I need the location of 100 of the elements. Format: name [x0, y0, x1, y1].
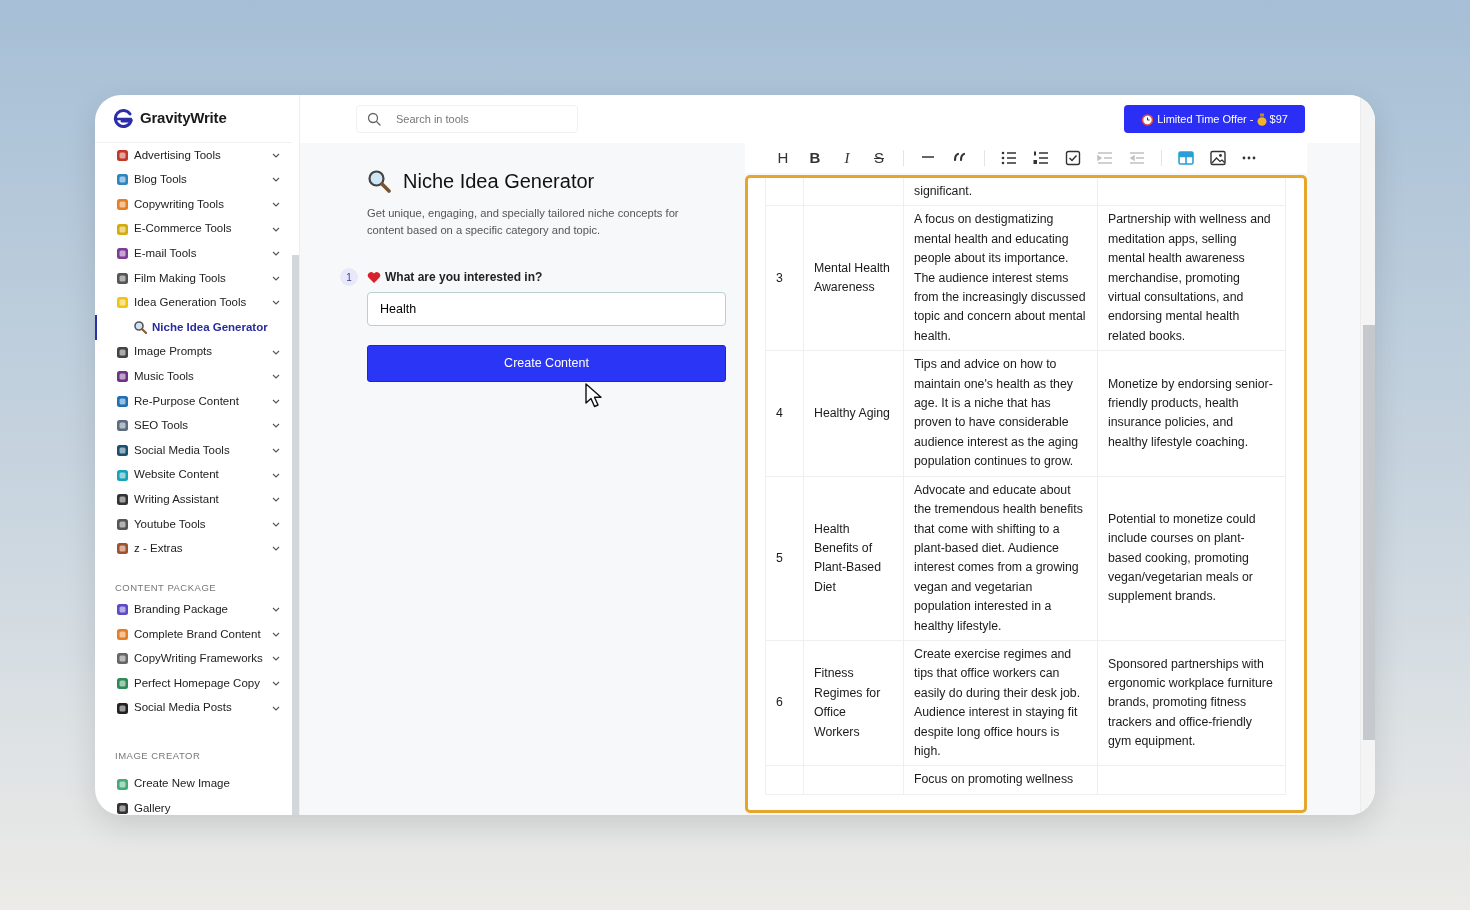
tool-icon: [116, 443, 129, 457]
tool-icon: [116, 468, 129, 482]
sidebar-item[interactable]: SEO Tools: [95, 413, 292, 439]
sidebar-item[interactable]: Social Media Posts: [95, 695, 292, 721]
chevron-icon: [272, 177, 280, 183]
magnifier-icon: [133, 320, 147, 335]
chevron-icon: [272, 423, 280, 429]
chevron-icon: [272, 447, 280, 453]
input-field[interactable]: Health: [367, 292, 726, 326]
tool-icon: [116, 345, 129, 359]
chevron-icon: [272, 152, 280, 158]
checkbox-icon[interactable]: [1064, 149, 1082, 167]
chevron-icon: [272, 607, 280, 613]
tool-icon: [116, 394, 129, 408]
chevron-icon: [272, 275, 280, 281]
sidebar-item[interactable]: z - Extras: [95, 536, 292, 562]
sidebar-item[interactable]: Film Making Tools: [95, 265, 292, 291]
image-icon[interactable]: [1209, 149, 1227, 167]
table-cell: Healthy Aging: [814, 405, 890, 420]
magnifier-icon: [367, 169, 391, 193]
search-field[interactable]: Search in tools: [356, 105, 578, 133]
sidebar-item[interactable]: Image Prompts: [95, 339, 292, 365]
offer-button[interactable]: Limited Time Offer - $97: [1124, 105, 1305, 133]
sidebar-item[interactable]: Website Content: [95, 462, 292, 488]
table-cell: Create exercise regimes and tips that office workers can easily do during their desk job. Audience interest in staying fit despite long office hours is high.: [914, 646, 1081, 758]
chevron-icon: [272, 705, 280, 711]
chevron-icon: [272, 300, 280, 306]
table-cell: 6: [776, 695, 783, 710]
table-cell: Health Benefits of Plant-Based Diet: [814, 521, 881, 594]
chevron-icon: [272, 398, 280, 404]
table-cell: Sponsored partnerships with ergonomic workplace furniture brands, promoting fitness trackers and office-friendly gym equipment.: [1108, 656, 1273, 749]
sidebar-item[interactable]: Social Media Tools: [95, 438, 292, 463]
chevron-icon: [272, 546, 280, 552]
sidebar-item[interactable]: Re-Purpose Content: [95, 388, 292, 414]
tool-icon: [116, 419, 129, 433]
chevron-icon: [272, 521, 280, 527]
sidebar-item[interactable]: Blog Tools: [95, 167, 292, 193]
tool-icon: [116, 652, 129, 666]
table-cell: Mental Health Awareness: [814, 260, 890, 295]
numbered-list-icon[interactable]: [1032, 149, 1050, 167]
field-label: What are you interested in?: [385, 269, 543, 286]
tool-icon: [116, 701, 129, 715]
table-cell: 3: [776, 270, 783, 285]
sidebar-item[interactable]: Idea Generation Tools: [95, 290, 292, 316]
create-button[interactable]: Create Content: [367, 345, 726, 382]
sidebar-subitem[interactable]: Niche Idea Generator: [95, 315, 292, 340]
table-icon[interactable]: [1177, 149, 1195, 167]
sidebar-item[interactable]: E-mail Tools: [95, 241, 292, 266]
tool-icon: [116, 198, 129, 211]
tool-icon: [116, 603, 129, 617]
sidebar-item[interactable]: CopyWriting Frameworks: [95, 646, 292, 672]
tool-title: Niche Idea Generator: [403, 169, 595, 193]
table-cell: 5: [776, 550, 783, 565]
sidebar-item[interactable]: Music Tools: [95, 364, 292, 389]
sidebar-item[interactable]: Youtube Tools: [95, 511, 292, 537]
bold-button[interactable]: B: [799, 145, 831, 171]
strikethrough-button[interactable]: S: [863, 145, 895, 171]
bullet-list-icon[interactable]: [1000, 149, 1018, 167]
tool-icon: [116, 271, 129, 285]
tool-icon: [116, 542, 129, 556]
section-heading: CONTENT PACKAGE: [114, 581, 218, 596]
sidebar-item[interactable]: Advertising Tools: [95, 143, 292, 168]
table-cell: Tips and advice on how to maintain one's health as they age. It is a niche that has proven to have considerable audience interest as the aging population continues to grow.: [914, 357, 1079, 469]
logo-icon: [112, 108, 134, 129]
sidebar-item[interactable]: Branding Package: [95, 597, 292, 622]
sidebar-item[interactable]: E-Commerce Tools: [95, 216, 292, 242]
chevron-icon: [272, 226, 280, 232]
chevron-icon: [272, 374, 280, 380]
sidebar-item[interactable]: Create New Image: [95, 771, 292, 797]
scrollbar-thumb[interactable]: [292, 255, 299, 815]
scrollbar-thumb[interactable]: [1363, 325, 1375, 740]
sidebar-item[interactable]: Perfect Homepage Copy: [95, 671, 292, 696]
tool-icon: [116, 173, 129, 187]
cursor-icon: [585, 383, 605, 409]
table-cell: Potential to monetize could include courses on plant-based cooking, promoting vegan/vegetarian meals or supplement brands.: [1108, 511, 1256, 604]
italic-button[interactable]: I: [831, 145, 863, 171]
chevron-icon: [272, 349, 280, 355]
section-heading: IMAGE CREATOR: [114, 749, 202, 764]
table-cell: Focus on promoting wellness: [914, 772, 1074, 787]
table-cell: Partnership with wellness and meditation apps, selling mental health awareness merchandise, promoting virtual consultations, and endorsing mental health related books.: [1108, 212, 1271, 343]
tool-icon: [116, 517, 129, 531]
sidebar-item[interactable]: Writing Assistant: [95, 487, 292, 512]
tool-icon: [116, 777, 129, 791]
tool-description: Get unique, engaging, and specially tailored niche concepts for content based on a specific category and topic.: [367, 206, 680, 238]
step-number: 1: [340, 268, 358, 286]
heading-button[interactable]: H: [767, 145, 799, 171]
sidebar-item[interactable]: Gallery: [95, 796, 292, 815]
table-cell: A focus on destigmatizing mental health and educating people about its importance. The audience interest stems from the increasingly discussed topic and concern about mental health.: [914, 212, 1086, 343]
heart-icon: [367, 270, 381, 284]
table-cell: Monetize by endorsing senior-friendly products, health insurance policies, and healthy lifestyle coaching.: [1108, 376, 1273, 449]
tool-icon: [116, 370, 129, 384]
sidebar-item[interactable]: Complete Brand Content: [95, 621, 292, 647]
money-bag-icon: [1256, 112, 1267, 126]
table-cell: significant.: [914, 184, 973, 198]
chevron-icon: [272, 680, 280, 686]
sidebar-item[interactable]: Copywriting Tools: [95, 192, 292, 217]
chevron-icon: [272, 631, 280, 637]
tool-icon: [116, 222, 129, 236]
brand-name: GravityWrite: [140, 108, 227, 129]
tool-icon: [116, 676, 129, 690]
